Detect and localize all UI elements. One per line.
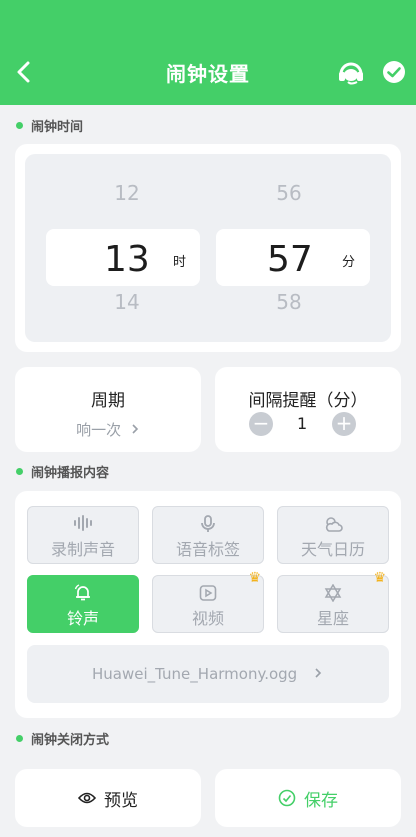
option-voice-tag[interactable]: 语音标签 xyxy=(152,506,264,564)
option-label: 铃声 xyxy=(66,609,99,628)
hour-next[interactable]: 14 xyxy=(97,290,157,314)
hour-value: 13 xyxy=(104,239,150,280)
minute-selector[interactable]: 57 分 xyxy=(216,229,370,286)
crown-icon: ♛ xyxy=(248,570,261,586)
option-video[interactable]: 视频 ♛ xyxy=(152,570,264,633)
time-picker-card: 12 56 13 时 57 分 14 58 xyxy=(15,144,401,352)
headset-icon[interactable] xyxy=(336,59,366,87)
save-label: 保存 xyxy=(304,790,338,811)
chevron-right-icon xyxy=(315,668,322,678)
check-circle-icon[interactable] xyxy=(382,60,406,84)
ringtone-file-row[interactable]: Huawei_Tune_Harmony.ogg xyxy=(27,645,389,703)
period-card[interactable]: 周期 响一次 xyxy=(15,367,201,452)
section-dot-icon xyxy=(16,735,23,742)
option-weather-calendar[interactable]: 天气日历 xyxy=(277,506,389,564)
period-value: 响一次 xyxy=(76,421,122,439)
option-record-sound[interactable]: 录制声音 xyxy=(27,506,139,564)
ringtone-file-name: Huawei_Tune_Harmony.ogg xyxy=(92,665,298,683)
check-circle-icon xyxy=(278,789,296,807)
content-card: 录制声音 语音标签 天气日历 铃声 视频 ♛ 星座 ♛ Huawei_Tune_… xyxy=(15,491,401,718)
period-value-row[interactable]: 响一次 xyxy=(15,419,201,440)
preview-label: 预览 xyxy=(104,790,138,811)
section-dot-icon xyxy=(16,468,23,475)
interval-minus-button[interactable]: − xyxy=(249,412,273,436)
eye-icon xyxy=(78,792,96,804)
minute-prev[interactable]: 56 xyxy=(259,181,319,205)
video-icon xyxy=(199,585,217,601)
option-label: 语音标签 xyxy=(175,540,240,559)
interval-plus-button[interactable]: + xyxy=(332,412,356,436)
interval-card: 间隔提醒（分） xyxy=(215,367,401,452)
hour-unit: 时 xyxy=(173,255,187,270)
section-close-label: 闹钟关闭方式 xyxy=(16,729,109,748)
minute-value: 57 xyxy=(267,239,313,280)
section-content-text: 闹钟播报内容 xyxy=(31,466,110,481)
option-label: 星座 xyxy=(316,609,349,628)
bell-icon xyxy=(74,584,90,601)
section-close-text: 闹钟关闭方式 xyxy=(31,733,110,748)
period-title: 周期 xyxy=(91,391,125,411)
chevron-right-icon xyxy=(132,424,139,434)
interval-value: 1 xyxy=(297,414,308,433)
weather-icon xyxy=(325,517,343,532)
section-time-text: 闹钟时间 xyxy=(31,120,84,135)
app-header: 闹钟设置 xyxy=(0,0,416,105)
option-label: 视频 xyxy=(191,609,224,628)
section-content-label: 闹钟播报内容 xyxy=(16,462,109,481)
crown-icon: ♛ xyxy=(373,570,386,586)
hour-selector[interactable]: 13 时 xyxy=(46,229,200,286)
waveform-icon xyxy=(74,515,92,531)
minute-next[interactable]: 58 xyxy=(259,290,319,314)
option-ringtone[interactable]: 铃声 xyxy=(27,575,139,633)
option-label: 录制声音 xyxy=(50,540,115,559)
interval-title: 间隔提醒（分） xyxy=(248,391,368,411)
time-picker[interactable]: 12 56 13 时 57 分 14 58 xyxy=(25,154,391,342)
option-constellation[interactable]: 星座 ♛ xyxy=(277,570,389,633)
section-time-label: 闹钟时间 xyxy=(16,116,83,135)
star-of-david-icon xyxy=(324,584,342,602)
hour-prev[interactable]: 12 xyxy=(97,181,157,205)
save-button[interactable]: 保存 xyxy=(215,769,401,827)
minute-unit: 分 xyxy=(342,255,356,270)
microphone-icon xyxy=(201,515,215,532)
option-label: 天气日历 xyxy=(300,540,365,559)
section-dot-icon xyxy=(16,122,23,129)
preview-button[interactable]: 预览 xyxy=(15,769,201,827)
